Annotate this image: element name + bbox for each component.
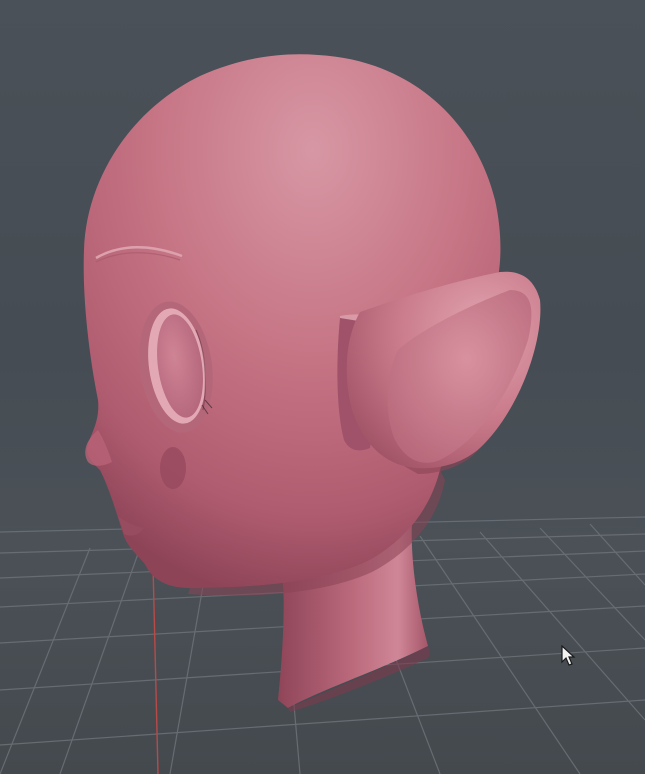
viewport-scene — [0, 54, 645, 774]
mouse-cursor: arrow-pointer-icon — [561, 645, 577, 667]
3d-viewport[interactable]: arrow-pointer-icon — [0, 0, 645, 774]
axis-line — [152, 564, 159, 774]
model-cheek-mark — [160, 447, 186, 489]
